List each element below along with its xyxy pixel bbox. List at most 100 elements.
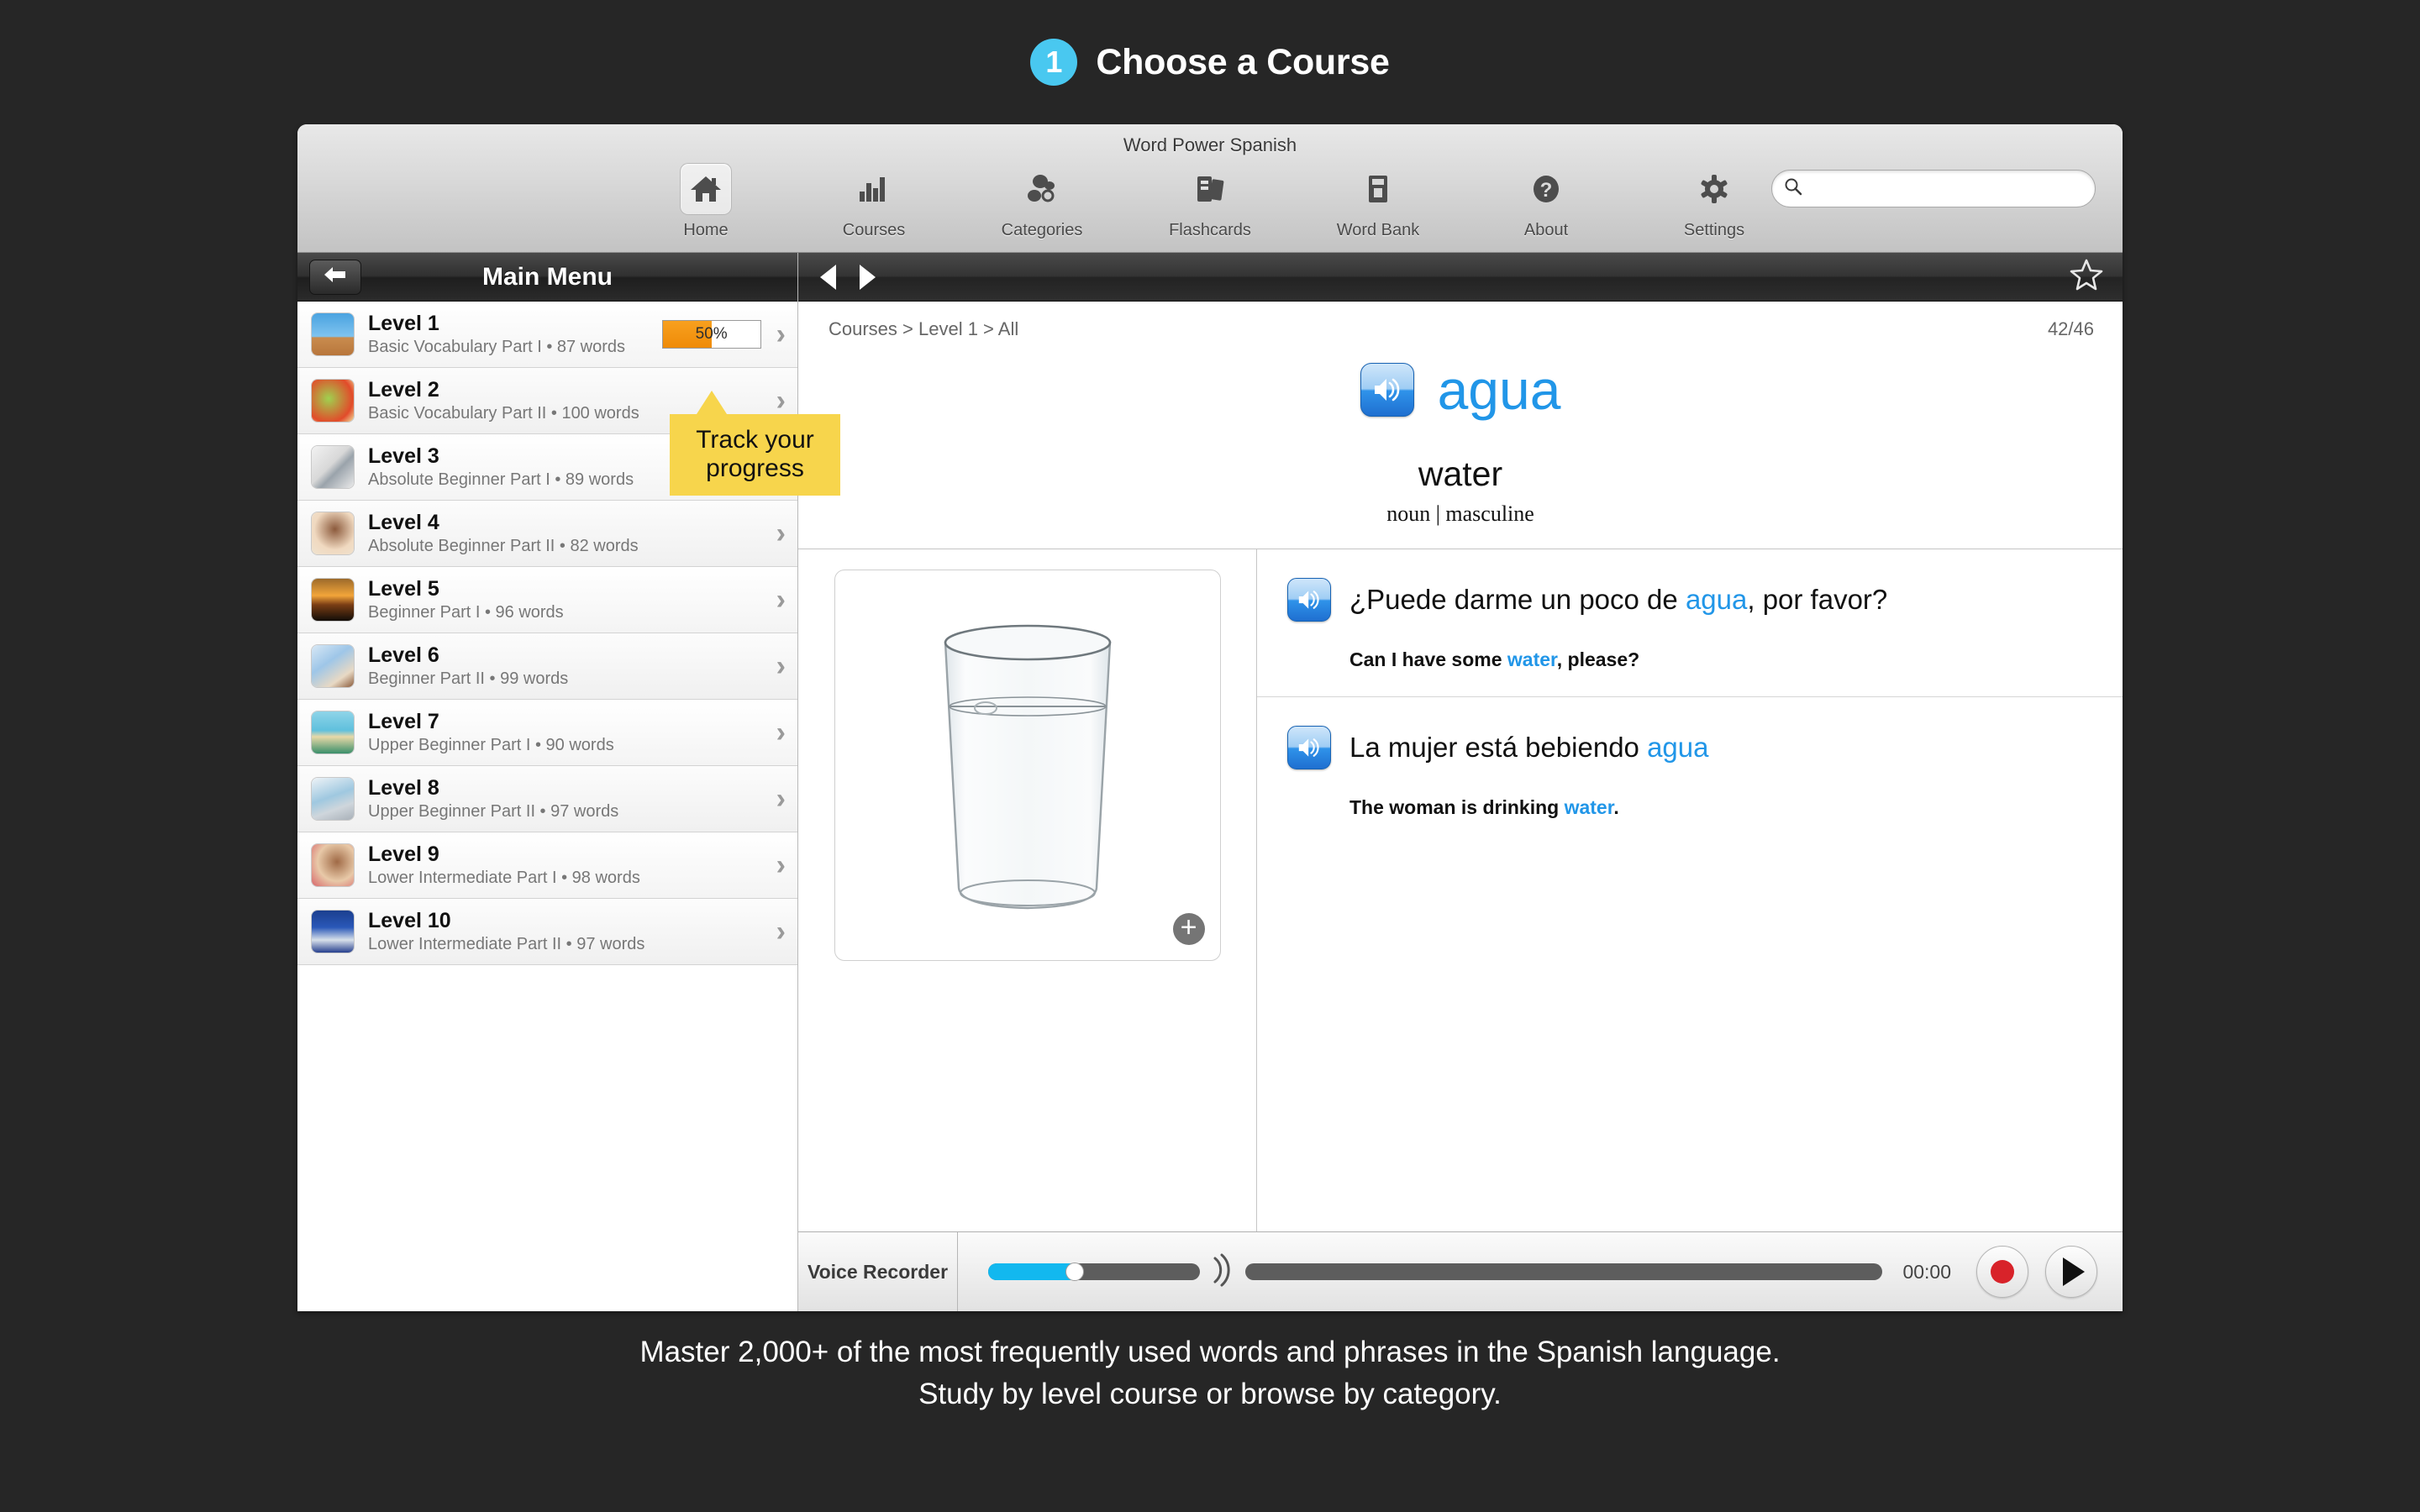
app-window: Word Power Spanish Home Courses Categori… xyxy=(297,124,2123,1311)
lower-section: + ¿Puede darme un poco de agua, por favo… xyxy=(798,549,2123,1231)
play-triangle-icon xyxy=(2063,1257,2085,1286)
level-thumbnail xyxy=(311,910,355,953)
chevron-right-icon: › xyxy=(776,849,786,881)
toolbar-item-flashcards[interactable]: Flashcards xyxy=(1126,163,1294,240)
level-thumbnail xyxy=(311,512,355,555)
sentence-es-highlight: agua xyxy=(1647,732,1709,764)
level-subtitle: Upper Beginner Part I • 90 words xyxy=(368,736,614,754)
record-dot-icon xyxy=(1991,1260,2014,1284)
voice-recorder-bar: Voice Recorder 00:00 xyxy=(798,1231,2123,1311)
toolbar-label: Home xyxy=(683,221,729,239)
sentence-es-before: La mujer está bebiendo xyxy=(1349,732,1648,764)
search-input[interactable] xyxy=(1809,178,2083,199)
sentence-es-highlight: agua xyxy=(1685,584,1748,616)
content-header xyxy=(798,253,2123,302)
sentence-en-highlight: water xyxy=(1564,796,1614,818)
chevron-right-icon: › xyxy=(776,650,786,682)
list-item[interactable]: Level 7 Upper Beginner Part I • 90 words… xyxy=(297,700,797,766)
level-subtitle: Basic Vocabulary Part I • 87 words xyxy=(368,338,626,356)
level-thumbnail xyxy=(311,644,355,688)
level-subtitle: Lower Intermediate Part II • 97 words xyxy=(368,935,645,953)
toolbar-label: Flashcards xyxy=(1169,221,1251,239)
list-item[interactable]: Level 1 Basic Vocabulary Part I • 87 wor… xyxy=(297,302,797,368)
level-name: Level 10 xyxy=(368,909,451,932)
plus-circle-icon[interactable]: + xyxy=(1172,913,1205,945)
level-thumbnail xyxy=(311,777,355,821)
sidebar-title: Main Menu xyxy=(482,262,613,291)
speaker-icon[interactable] xyxy=(1287,726,1331,769)
glass-of-water-image xyxy=(944,624,1111,910)
previous-arrow-icon[interactable] xyxy=(820,264,836,290)
sentence-item: La mujer está bebiendo agua The woman is… xyxy=(1257,697,2123,844)
level-name: Level 8 xyxy=(368,776,439,800)
search-box[interactable] xyxy=(1771,170,2096,207)
level-name: Level 4 xyxy=(368,511,439,534)
level-thumbnail xyxy=(311,379,355,423)
level-subtitle: Beginner Part II • 99 words xyxy=(368,669,569,688)
playback-progress-bar[interactable] xyxy=(1245,1263,1883,1280)
sentence-en-before: Can I have some xyxy=(1349,648,1507,670)
card-counter: 42/46 xyxy=(2047,318,2094,339)
sentence-es-after: , por favor? xyxy=(1747,584,1888,616)
next-arrow-icon[interactable] xyxy=(860,264,876,290)
list-item[interactable]: Level 5 Beginner Part I • 96 words › xyxy=(297,567,797,633)
chevron-right-icon: › xyxy=(776,717,786,748)
toolbar-label: Courses xyxy=(842,221,906,239)
speaker-icon[interactable] xyxy=(1360,363,1414,417)
sentence-list: ¿Puede darme un poco de agua, por favor?… xyxy=(1257,549,2123,1231)
word-bank-icon xyxy=(1352,163,1404,215)
level-subtitle: Lower Intermediate Part I • 98 words xyxy=(368,869,640,887)
toolbar-label: About xyxy=(1523,221,1569,239)
sentence-en-highlight: water xyxy=(1507,648,1557,670)
gear-icon xyxy=(1688,163,1740,215)
back-arrow-icon xyxy=(323,265,348,288)
toolbar-item-home[interactable]: Home xyxy=(622,163,790,240)
volume-waves-icon xyxy=(1210,1252,1232,1293)
sentence-english: The woman is drinking water. xyxy=(1349,796,2089,819)
sentence-es-before: ¿Puede darme un poco de xyxy=(1349,584,1686,616)
list-item[interactable]: Level 6 Beginner Part II • 99 words › xyxy=(297,633,797,700)
svg-text:?: ? xyxy=(1540,179,1553,202)
toolbar-item-categories[interactable]: Categories xyxy=(958,163,1126,240)
list-item[interactable]: Level 9 Lower Intermediate Part I • 98 w… xyxy=(297,832,797,899)
progress-bar: 50% xyxy=(661,320,761,349)
level-name: Level 1 xyxy=(368,312,439,335)
record-button[interactable] xyxy=(1976,1246,2028,1298)
star-outline-icon[interactable] xyxy=(2069,258,2104,296)
word-image-card[interactable]: + xyxy=(834,570,1221,961)
level-subtitle: Upper Beginner Part II • 97 words xyxy=(368,802,619,821)
breadcrumb[interactable]: Courses > Level 1 > All xyxy=(829,318,1018,340)
list-item[interactable]: Level 10 Lower Intermediate Part II • 97… xyxy=(297,899,797,965)
sentence-item: ¿Puede darme un poco de agua, por favor?… xyxy=(1257,549,2123,697)
list-item[interactable]: Level 8 Upper Beginner Part II • 97 word… xyxy=(297,766,797,832)
chevron-right-icon: › xyxy=(776,916,786,948)
window-title: Word Power Spanish xyxy=(1123,134,1297,155)
level-thumbnail xyxy=(311,711,355,754)
bar-chart-icon xyxy=(848,163,900,215)
volume-slider-knob[interactable] xyxy=(1065,1263,1085,1281)
word-term: agua xyxy=(1437,359,1561,421)
list-item[interactable]: Level 4 Absolute Beginner Part II • 82 w… xyxy=(297,501,797,567)
step-badge: 1 xyxy=(1030,39,1078,86)
level-subtitle: Beginner Part I • 96 words xyxy=(368,603,564,622)
sentence-en-after: . xyxy=(1613,796,1619,818)
level-thumbnail xyxy=(311,312,355,356)
content-pane: Courses > Level 1 > All 42/46 agua water xyxy=(798,253,2123,1311)
back-button[interactable] xyxy=(309,259,361,295)
volume-slider[interactable] xyxy=(988,1263,1200,1281)
toolbar: Word Power Spanish Home Courses Categori… xyxy=(297,124,2123,253)
toolbar-item-about[interactable]: ? About xyxy=(1462,163,1630,240)
sentence-spanish: ¿Puede darme un poco de agua, por favor? xyxy=(1349,583,1887,617)
word-translation: water xyxy=(1418,454,1503,493)
sentence-spanish: La mujer está bebiendo agua xyxy=(1349,731,1709,764)
play-button[interactable] xyxy=(2045,1246,2097,1298)
chevron-right-icon: › xyxy=(776,318,786,350)
chevron-right-icon: › xyxy=(776,517,786,549)
speaker-icon[interactable] xyxy=(1287,578,1331,622)
level-name: Level 6 xyxy=(368,643,439,667)
promo-header: 1 Choose a Course xyxy=(0,0,2420,124)
tooltip-callout: Track your progress xyxy=(670,390,840,496)
toolbar-item-word-bank[interactable]: Word Bank xyxy=(1294,163,1462,240)
chevron-right-icon: › xyxy=(776,584,786,616)
toolbar-item-courses[interactable]: Courses xyxy=(790,163,958,240)
